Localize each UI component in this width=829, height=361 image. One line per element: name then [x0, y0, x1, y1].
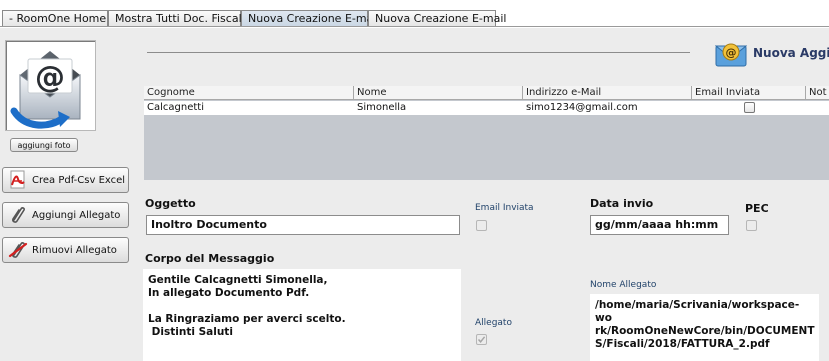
column-header-indirizzo-email[interactable]: Indirizzo e-Mail — [523, 86, 692, 100]
add-photo-label: aggiungi foto — [17, 140, 71, 150]
paperclip-icon — [12, 207, 25, 223]
email-inviata-label: Email Inviata — [475, 203, 534, 213]
left-panel: @ aggiungi foto Crea Pdf-Csv Excel Aggiu… — [0, 28, 137, 361]
header: @ Nuova Aggiu — [715, 38, 829, 68]
cell-email: simo1234@gmail.com — [526, 102, 638, 113]
svg-text:@: @ — [35, 60, 65, 95]
oggetto-input[interactable]: Inoltro Documento — [146, 215, 460, 235]
add-photo-button[interactable]: aggiungi foto — [10, 138, 78, 152]
pec-label: PEC — [745, 202, 769, 215]
oggetto-label: Oggetto — [145, 197, 196, 210]
tab-bar: - RoomOne Home - Mostra Tutti Doc. Fisca… — [0, 0, 829, 28]
remove-paperclip-icon — [8, 242, 28, 258]
email-inviata-checkbox[interactable] — [476, 220, 487, 231]
tab-nuova-creazione-email[interactable]: Nuova Creazione E-mail — [368, 10, 506, 27]
email-at-icon: @ — [10, 51, 81, 129]
remove-attachment-label: Rimuovi Allegato — [32, 244, 117, 256]
tab-bar-divider — [0, 26, 829, 27]
contact-photo: @ — [5, 40, 96, 131]
add-attachment-button[interactable]: Aggiungi Allegato — [2, 202, 129, 228]
tab-roomone-home[interactable]: - RoomOne Home - — [2, 10, 114, 27]
nome-allegato-label: Nome Allegato — [590, 280, 657, 290]
pec-checkbox[interactable] — [746, 220, 757, 231]
allegato-checkbox[interactable] — [476, 334, 487, 345]
data-invio-label: Data invio — [590, 197, 654, 210]
column-header-note[interactable]: Not — [806, 86, 829, 100]
email-at-icon: @ — [715, 43, 747, 67]
pdf-icon — [10, 170, 25, 189]
email-inviata-row-checkbox[interactable] — [743, 102, 755, 113]
recipients-table[interactable]: Cognome Nome Indirizzo e-Mail Email Invi… — [144, 86, 829, 180]
remove-attachment-button[interactable]: Rimuovi Allegato — [2, 237, 129, 263]
checkmark-icon — [477, 336, 486, 343]
create-pdf-csv-excel-button[interactable]: Crea Pdf-Csv Excel — [2, 167, 129, 193]
add-attachment-label: Aggiungi Allegato — [32, 209, 121, 221]
table-row[interactable]: Calcagnetti Simonella simo1234@gmail.com — [144, 101, 829, 115]
column-header-cognome[interactable]: Cognome — [144, 86, 354, 100]
svg-text:@: @ — [726, 46, 737, 59]
nome-allegato-textarea[interactable]: /home/maria/Scrivania/workspace-wo rk/Ro… — [590, 294, 819, 361]
data-invio-input[interactable]: gg/mm/aaaa hh:mm — [590, 215, 729, 235]
tab-mostra-tutti-doc-fiscale[interactable]: Mostra Tutti Doc. Fiscale — [108, 10, 248, 27]
cell-nome: Simonella — [357, 102, 407, 113]
corpo-messaggio-textarea[interactable]: Gentile Calcagnetti Simonella, In allega… — [143, 269, 461, 361]
main-content: @ Nuova Aggiu Cognome Nome Indirizzo e-M… — [137, 28, 829, 361]
table-header: Cognome Nome Indirizzo e-Mail Email Invi… — [144, 86, 829, 100]
tab-nuova-creazione-email-active[interactable]: Nuova Creazione E-mail — [241, 10, 379, 27]
header-title: Nuova Aggiu — [753, 46, 829, 60]
column-header-nome[interactable]: Nome — [354, 86, 523, 100]
corpo-messaggio-label: Corpo del Messaggio — [145, 252, 275, 265]
create-pdf-csv-excel-label: Crea Pdf-Csv Excel — [32, 174, 126, 186]
header-separator — [147, 52, 690, 53]
cell-cognome: Calcagnetti — [147, 102, 204, 113]
column-header-email-inviata[interactable]: Email Inviata — [692, 86, 806, 100]
cell-email-inviata — [692, 101, 806, 115]
allegato-label: Allegato — [475, 318, 512, 328]
